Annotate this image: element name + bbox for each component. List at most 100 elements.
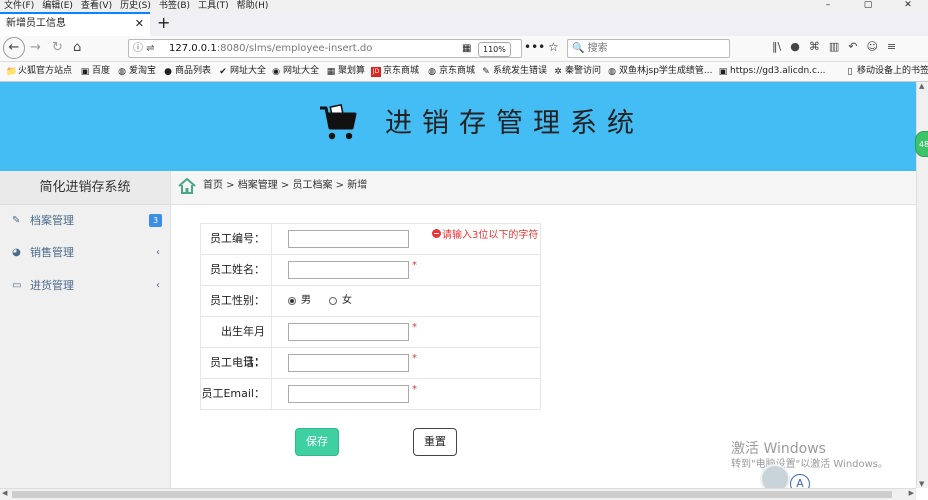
- maximize-button[interactable]: ▢: [848, 0, 884, 12]
- breadcrumb: 首页 > 档案管理 > 员工档案 > 新增: [171, 171, 916, 205]
- tab-title: 新增员工信息: [6, 18, 66, 29]
- site-info-icon[interactable]: ⓘ ⇌: [133, 40, 155, 57]
- bookmark-item[interactable]: JD 京东商城: [371, 62, 419, 81]
- tab-close-icon[interactable]: ✕: [135, 14, 144, 34]
- gender-male-label[interactable]: 男: [301, 286, 311, 316]
- employee-name-input[interactable]: [288, 261, 409, 279]
- bookmark-item[interactable]: ◍ 爱淘宝: [117, 62, 156, 81]
- horizontal-scrollbar[interactable]: ◀ ▶: [0, 488, 916, 500]
- form-row-name: 员工姓名： *: [200, 255, 541, 286]
- form-row-gender: 员工性别： 男 女: [200, 286, 541, 317]
- forward-icon[interactable]: →: [30, 39, 41, 57]
- globe-icon: ◍: [428, 66, 436, 77]
- extension-icon[interactable]: ⌘: [809, 40, 820, 53]
- zoom-level[interactable]: 110%: [478, 42, 511, 57]
- bookmark-item[interactable]: ▣ 百度: [80, 62, 110, 81]
- bookmark-item[interactable]: ◉ 网址大全: [271, 62, 319, 81]
- laptop-icon: ▭: [12, 280, 22, 291]
- form-row-email: 员工Email： *: [200, 379, 541, 410]
- windows-activation-watermark: 激活 Windows 转到"电脑设置"以激活 Windows。: [731, 441, 889, 470]
- error-icon: [432, 229, 441, 238]
- sync-icon[interactable]: ☺: [866, 40, 877, 53]
- shopping-cart-icon: [320, 104, 357, 140]
- bookmark-item[interactable]: ▦ 聚划算: [326, 62, 365, 81]
- sidebar-title: 简化进销存系统: [0, 171, 170, 205]
- menu-bookmarks[interactable]: 书签(B): [155, 0, 190, 12]
- menu-help[interactable]: 帮助(H): [233, 0, 269, 12]
- library-icon[interactable]: ‖\: [772, 40, 781, 53]
- new-tab-button[interactable]: +: [157, 12, 170, 34]
- chat-icon[interactable]: ●: [790, 40, 800, 53]
- sidebar-item-label: 销售管理: [30, 246, 74, 259]
- sidebar-item-purchase[interactable]: ▭ 进货管理 ‹: [0, 270, 170, 302]
- employee-id-input[interactable]: [288, 230, 409, 248]
- menu-edit[interactable]: 编辑(E): [38, 0, 73, 12]
- form-row-birth: 出生年月日： *: [200, 317, 541, 368]
- circle-icon: ◉: [272, 66, 280, 77]
- close-window-button[interactable]: ✕: [888, 0, 924, 12]
- scroll-up-icon[interactable]: ▲: [919, 82, 924, 90]
- back-icon[interactable]: ←: [3, 37, 25, 59]
- reload-icon[interactable]: ↻: [52, 39, 63, 57]
- qr-code-icon[interactable]: ▦: [462, 40, 471, 57]
- scroll-down-icon[interactable]: ▼: [919, 480, 924, 488]
- scroll-left-icon[interactable]: ◀: [2, 489, 7, 497]
- search-input[interactable]: 🔍 搜索: [567, 39, 730, 58]
- menu-view[interactable]: 查看(V): [77, 0, 112, 12]
- count-badge: 3: [149, 214, 162, 227]
- sidebar-item-archives[interactable]: ✎ 档案管理 3: [0, 205, 170, 237]
- sidebar-item-sales[interactable]: ◕ 销售管理 ‹: [0, 237, 170, 269]
- input-method-icon[interactable]: A: [790, 474, 810, 488]
- menu-file[interactable]: 文件(F): [0, 0, 34, 12]
- gender-female-radio[interactable]: [329, 297, 337, 305]
- bookmark-item[interactable]: ◍ 双鱼林jsp学生成绩管...: [607, 62, 712, 81]
- reset-button[interactable]: 重置: [413, 428, 457, 456]
- birth-label: 出生年月日：: [200, 317, 272, 368]
- header-banner: 进销存管理系统: [0, 82, 916, 171]
- edit-icon: ✎: [12, 215, 21, 226]
- scroll-right-icon[interactable]: ▶: [909, 489, 914, 497]
- globe-icon: ◍: [118, 66, 126, 77]
- jd-icon: JD: [371, 66, 381, 77]
- page-actions-icon[interactable]: •••: [524, 40, 545, 54]
- home-icon[interactable]: ⌂: [73, 39, 81, 57]
- save-button[interactable]: 保存: [295, 428, 339, 456]
- menu-tools[interactable]: 工具(T): [194, 0, 229, 12]
- bookmark-item[interactable]: ▯ 移动设备上的书签: [845, 62, 928, 81]
- email-label: 员工Email：: [200, 379, 272, 409]
- url-text: 127.0.0.1:8080/slms/employee-insert.do: [169, 43, 373, 54]
- gender-male-radio[interactable]: [288, 297, 296, 305]
- bookmark-item[interactable]: ✔ 网址大全: [218, 62, 266, 81]
- bookmark-star-icon[interactable]: ☆: [548, 40, 559, 54]
- gender-radio-group: 男 女: [288, 286, 352, 316]
- side-float-badge[interactable]: 48: [915, 131, 928, 157]
- bookmark-item[interactable]: ✲ 秦警访问: [553, 62, 601, 81]
- bookmark-item[interactable]: ▣ https://gd3.alicdn.c...: [718, 62, 826, 81]
- baidu-icon: ▣: [80, 66, 90, 77]
- employee-form: 员工编号： 请输入3位以下的字符 员工姓名： * 员工性别： 男 女 出生年月日…: [200, 223, 541, 410]
- star-icon: ✲: [554, 66, 562, 77]
- bookmark-item[interactable]: ✎ 系统发生错误: [481, 62, 547, 81]
- navigation-toolbar: ← → ↻ ⌂ ⓘ ⇌ 127.0.0.1:8080/slms/employee…: [0, 36, 928, 62]
- home-icon[interactable]: [177, 177, 197, 195]
- hamburger-menu-icon[interactable]: ≡: [887, 40, 896, 53]
- bookmark-item[interactable]: 📁 火狐官方站点: [6, 62, 72, 81]
- menu-history[interactable]: 历史(S): [116, 0, 151, 12]
- avatar-icon[interactable]: [760, 464, 790, 488]
- phone-input[interactable]: [288, 354, 409, 372]
- gender-female-label[interactable]: 女: [342, 286, 352, 316]
- required-mark: *: [412, 260, 417, 271]
- tab-employee-insert[interactable]: 新增员工信息 ✕: [0, 12, 150, 36]
- id-label: 员工编号：: [200, 224, 272, 254]
- required-mark: *: [412, 353, 417, 364]
- birth-date-input[interactable]: [288, 323, 409, 341]
- url-bar[interactable]: ⓘ ⇌ 127.0.0.1:8080/slms/employee-insert.…: [128, 39, 522, 58]
- email-input[interactable]: [288, 385, 409, 403]
- scroll-thumb[interactable]: [12, 491, 892, 498]
- undo-icon[interactable]: ↶: [848, 40, 857, 53]
- sidebar-icon[interactable]: ▥: [829, 40, 839, 53]
- sidebar-item-label: 档案管理: [30, 214, 74, 227]
- bookmark-item[interactable]: ● 商品列表: [163, 62, 211, 81]
- bookmark-item[interactable]: ◍ 京东商城: [427, 62, 475, 81]
- minimize-button[interactable]: –: [808, 0, 844, 12]
